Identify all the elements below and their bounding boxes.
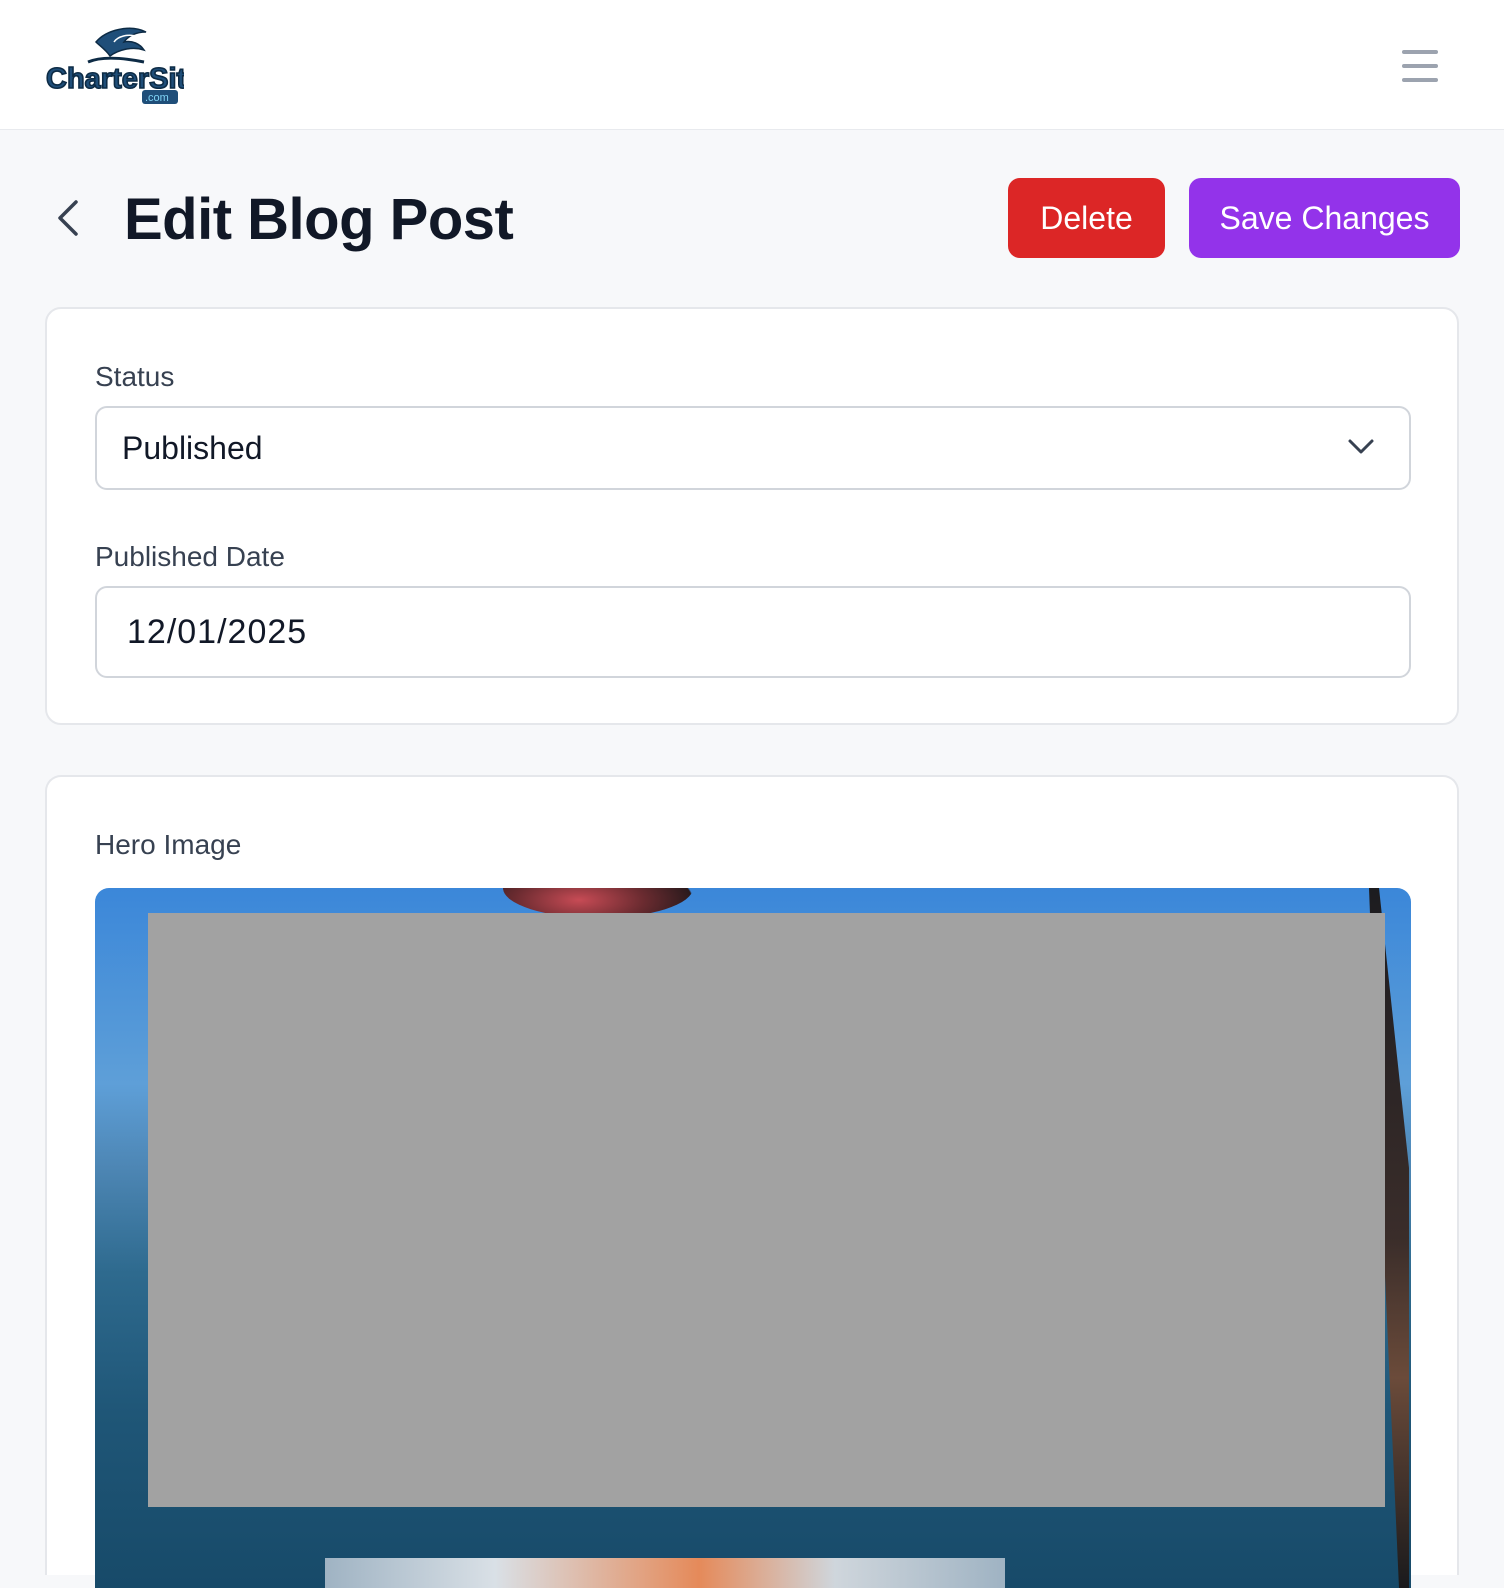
hero-photo-boat bbox=[325, 1558, 1005, 1588]
status-card: Status Published Published Date 12/01/20… bbox=[45, 307, 1459, 725]
status-select-value: Published bbox=[122, 429, 263, 466]
chartersites-logo[interactable]: CharterSites .com bbox=[44, 24, 219, 108]
published-date-input[interactable]: 12/01/2025 bbox=[95, 586, 1411, 678]
svg-text:.com: .com bbox=[145, 92, 169, 104]
status-label: Status bbox=[95, 361, 175, 392]
chevron-left-icon bbox=[58, 200, 78, 236]
published-date-label: Published Date bbox=[95, 541, 285, 572]
save-changes-button[interactable]: Save Changes bbox=[1189, 178, 1460, 258]
chevron-down-icon bbox=[1348, 439, 1374, 454]
top-nav-bar: CharterSites .com bbox=[0, 0, 1504, 130]
hero-image-redaction bbox=[148, 913, 1385, 1507]
page-title: Edit Blog Post bbox=[124, 187, 514, 252]
delete-button[interactable]: Delete bbox=[1008, 178, 1165, 258]
status-select[interactable]: Published bbox=[95, 406, 1411, 490]
hero-image-card: Hero Image bbox=[45, 775, 1459, 1588]
published-date-value: 12/01/2025 bbox=[127, 612, 308, 651]
hero-image-label: Hero Image bbox=[95, 829, 242, 860]
hero-image[interactable] bbox=[95, 888, 1411, 1588]
hamburger-menu-icon[interactable] bbox=[1396, 46, 1444, 86]
back-button[interactable] bbox=[50, 196, 86, 240]
